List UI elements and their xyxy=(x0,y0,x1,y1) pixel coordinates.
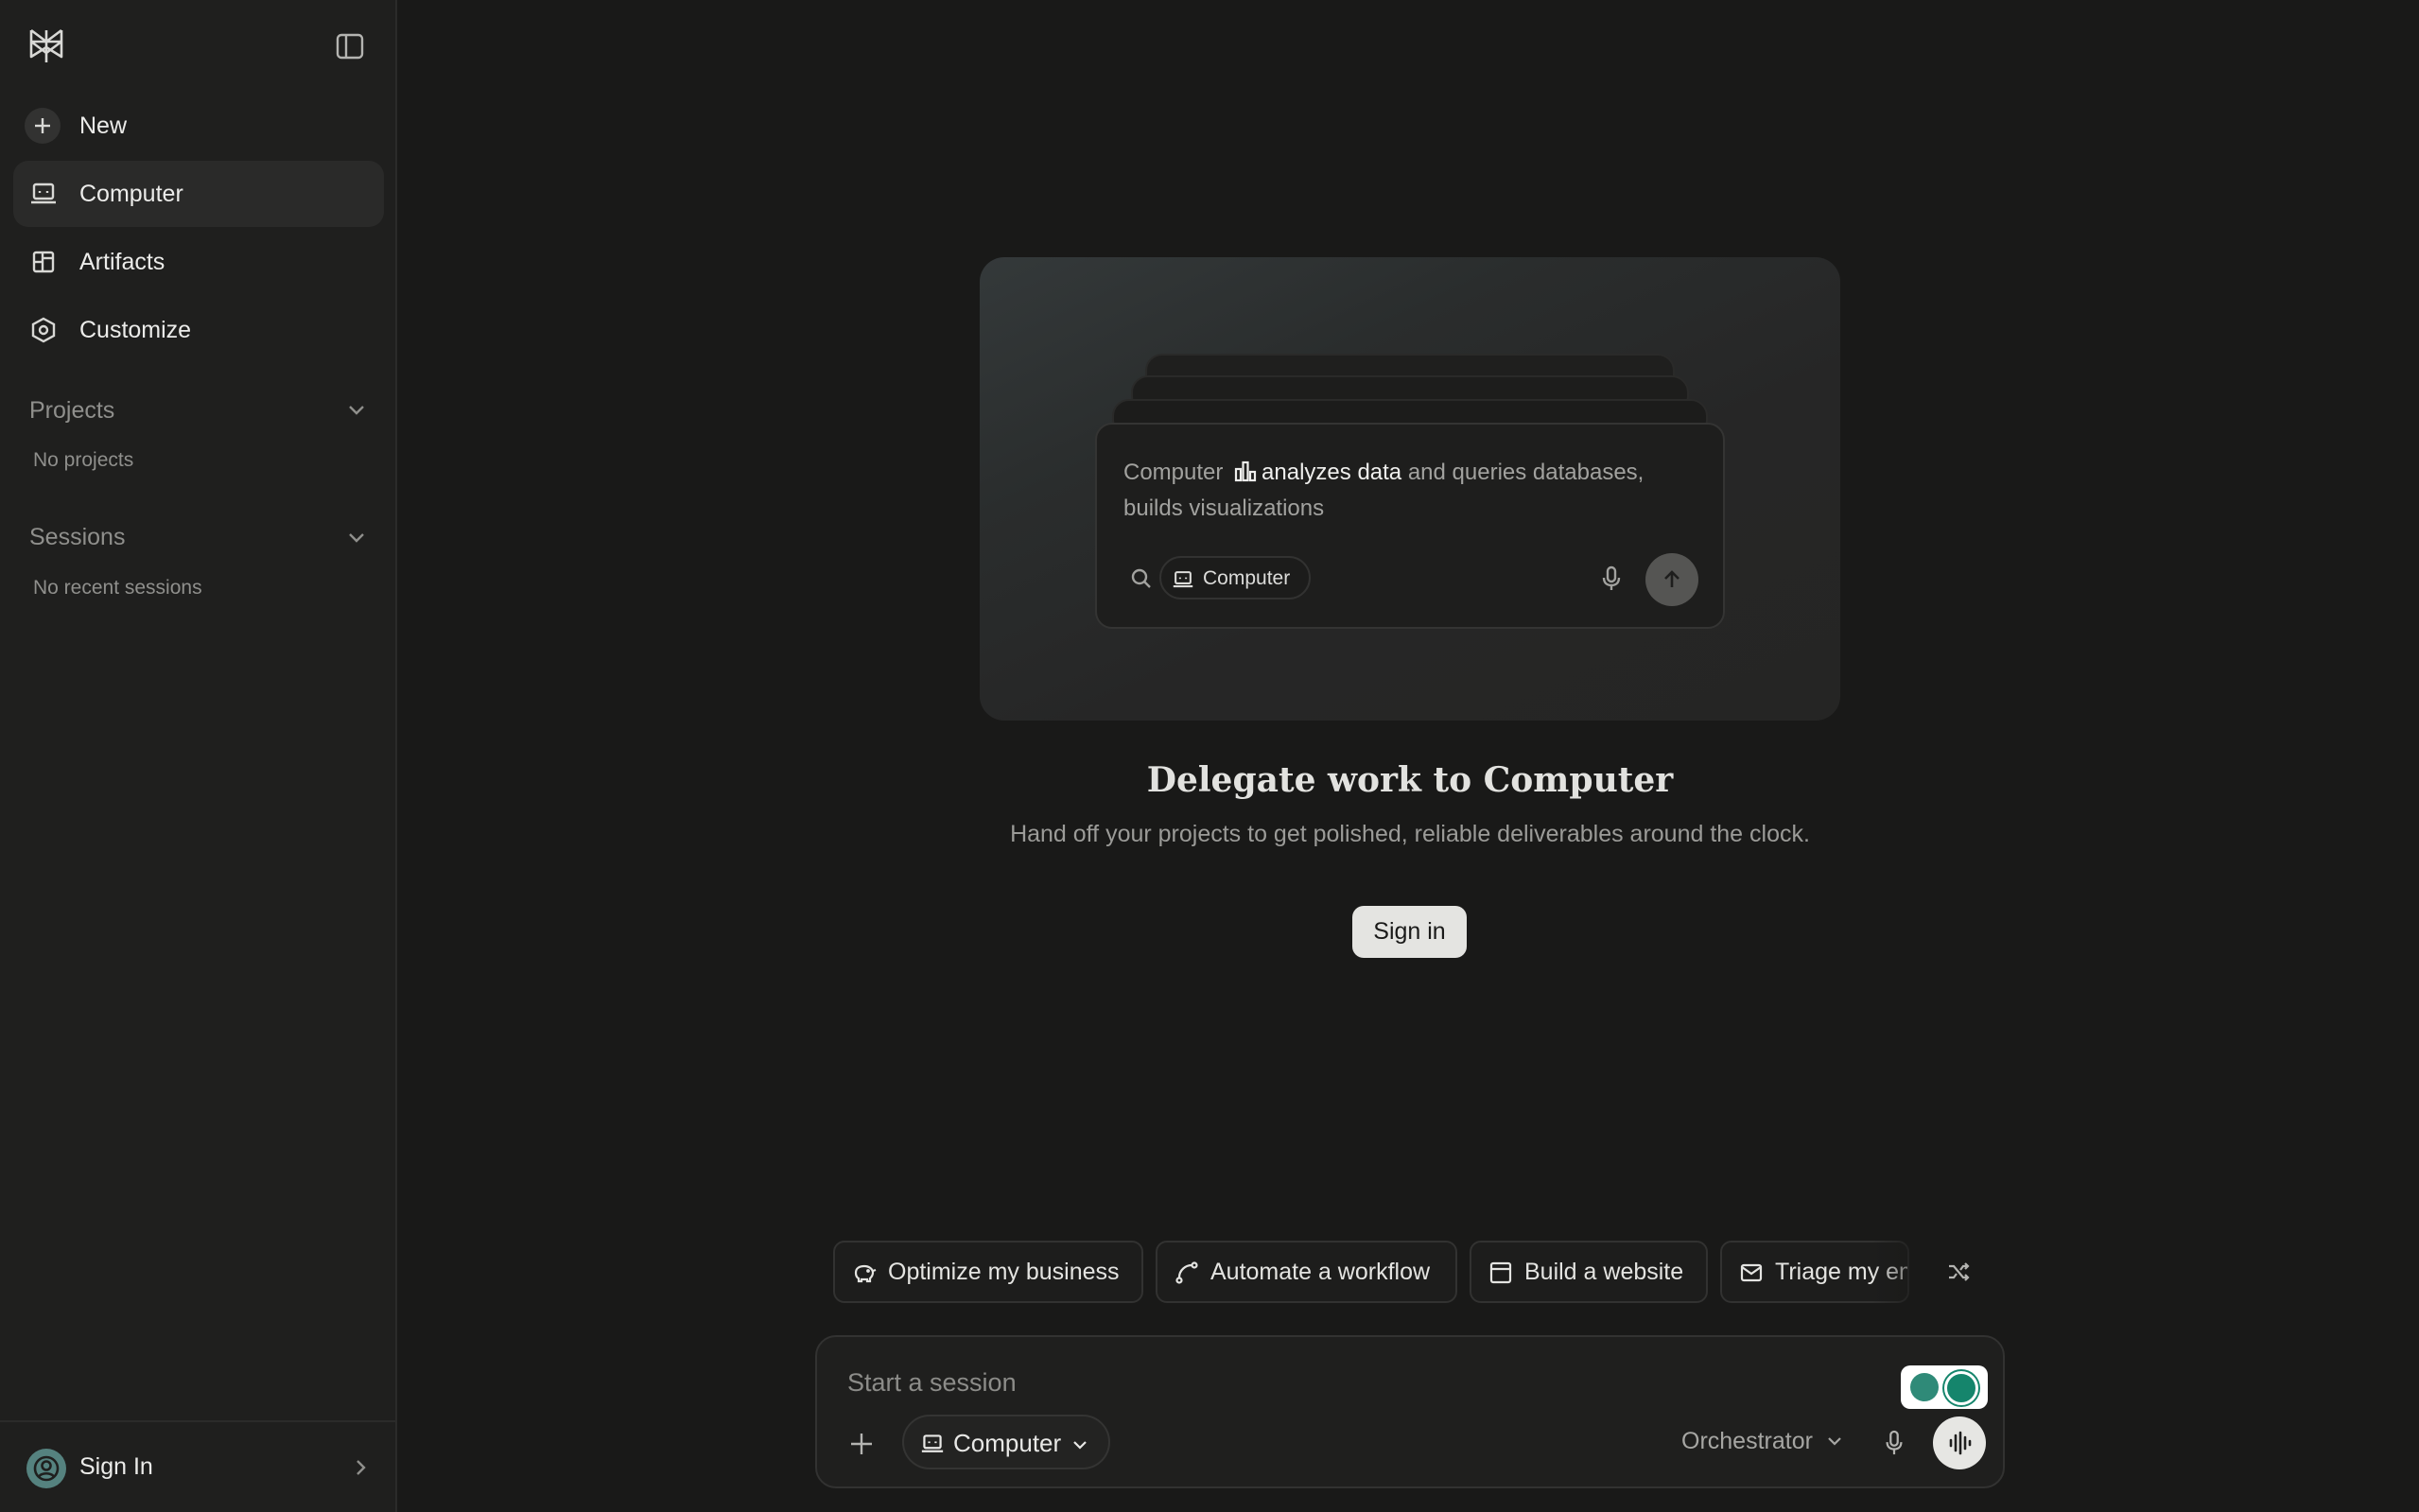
avatar xyxy=(26,1449,66,1488)
workflow-icon xyxy=(1175,1260,1199,1285)
suggestion-automate-workflow[interactable]: Automate a workflow xyxy=(1156,1241,1457,1303)
computer-icon xyxy=(1173,569,1193,590)
voice-mode-button[interactable] xyxy=(1933,1416,1986,1469)
sidebar-item-label: New xyxy=(79,112,128,139)
preview-description: Computer analyzes data and queries datab… xyxy=(1123,455,1700,527)
microphone-icon[interactable] xyxy=(1882,1428,1906,1458)
sign-in-label: Sign In xyxy=(79,1453,153,1480)
audio-waveform-icon xyxy=(1949,1431,1972,1455)
preview-text-prefix: Computer xyxy=(1123,460,1224,485)
session-composer: Computer Orchestrator xyxy=(815,1335,2005,1488)
customize-icon xyxy=(28,315,59,345)
send-arrow-icon xyxy=(1645,553,1698,606)
sidebar-item-label: Artifacts xyxy=(79,248,165,275)
browser-window-icon xyxy=(1488,1260,1513,1285)
chevron-right-icon xyxy=(350,1457,371,1478)
computer-icon xyxy=(28,179,59,209)
app-root: New Computer Artifacts Customize Project… xyxy=(0,0,2419,1512)
preview-input-card: Computer analyzes data and queries datab… xyxy=(1095,423,1725,629)
mode-selector[interactable]: Computer xyxy=(902,1415,1110,1469)
session-input[interactable] xyxy=(847,1364,1793,1401)
shuffle-icon[interactable] xyxy=(1946,1260,1971,1284)
suggestions-fade xyxy=(1872,1241,1939,1303)
sidebar-item-customize[interactable]: Customize xyxy=(13,297,384,363)
model-selector[interactable]: Orchestrator xyxy=(1681,1428,1813,1455)
search-icon xyxy=(1127,565,1156,593)
suggestion-label: Optimize my business xyxy=(888,1259,1120,1285)
sidebar-item-label: Customize xyxy=(79,316,192,343)
sign-in-button[interactable]: Sign in xyxy=(1352,906,1467,958)
extension-bulb-icon xyxy=(1910,1373,1939,1401)
extension-badge-icon[interactable] xyxy=(1901,1365,1988,1409)
chevron-down-icon xyxy=(1070,1435,1089,1454)
sidebar-toggle-icon[interactable] xyxy=(335,32,365,61)
plus-icon xyxy=(25,108,61,144)
computer-icon xyxy=(921,1433,944,1455)
preview-chip-label: Computer xyxy=(1203,567,1291,589)
artifacts-icon xyxy=(28,247,59,277)
sidebar-item-computer[interactable]: Computer xyxy=(13,161,384,227)
sidebar: New Computer Artifacts Customize Project… xyxy=(0,0,397,1512)
mode-label: Computer xyxy=(953,1429,1062,1457)
mail-icon xyxy=(1739,1260,1764,1285)
hero-subtitle: Hand off your projects to get polished, … xyxy=(1010,821,1810,847)
sidebar-item-label: Computer xyxy=(79,180,183,207)
logo-icon[interactable] xyxy=(26,26,66,66)
preview-text-highlight: analyzes data xyxy=(1262,460,1402,485)
piggy-bank-icon xyxy=(852,1260,877,1285)
projects-header[interactable]: Projects xyxy=(29,397,114,425)
suggestion-label: Build a website xyxy=(1524,1259,1684,1285)
grammarly-icon xyxy=(1944,1371,1978,1405)
hero-preview-card: Computer analyzes data and queries datab… xyxy=(980,257,1840,721)
sessions-header[interactable]: Sessions xyxy=(29,524,125,551)
sessions-empty-text: No recent sessions xyxy=(33,577,202,599)
preview-mode-chip: Computer xyxy=(1159,556,1311,600)
suggestion-optimize-business[interactable]: Optimize my business xyxy=(833,1241,1143,1303)
suggestion-label: Automate a workflow xyxy=(1210,1259,1431,1285)
hero-title: Delegate work to Computer xyxy=(1146,760,1674,800)
bar-chart-icon xyxy=(1233,460,1258,482)
projects-empty-text: No projects xyxy=(33,449,134,471)
sidebar-sign-in[interactable]: Sign In xyxy=(0,1420,397,1512)
sidebar-item-artifacts[interactable]: Artifacts xyxy=(13,229,384,295)
sidebar-item-new[interactable]: New xyxy=(13,93,384,159)
microphone-icon xyxy=(1598,565,1625,593)
chevron-down-icon[interactable] xyxy=(344,525,369,549)
suggestion-build-website[interactable]: Build a website xyxy=(1470,1241,1708,1303)
add-attachment-icon[interactable] xyxy=(847,1430,876,1458)
chevron-down-icon[interactable] xyxy=(344,397,369,422)
chevron-down-icon[interactable] xyxy=(1825,1432,1844,1451)
